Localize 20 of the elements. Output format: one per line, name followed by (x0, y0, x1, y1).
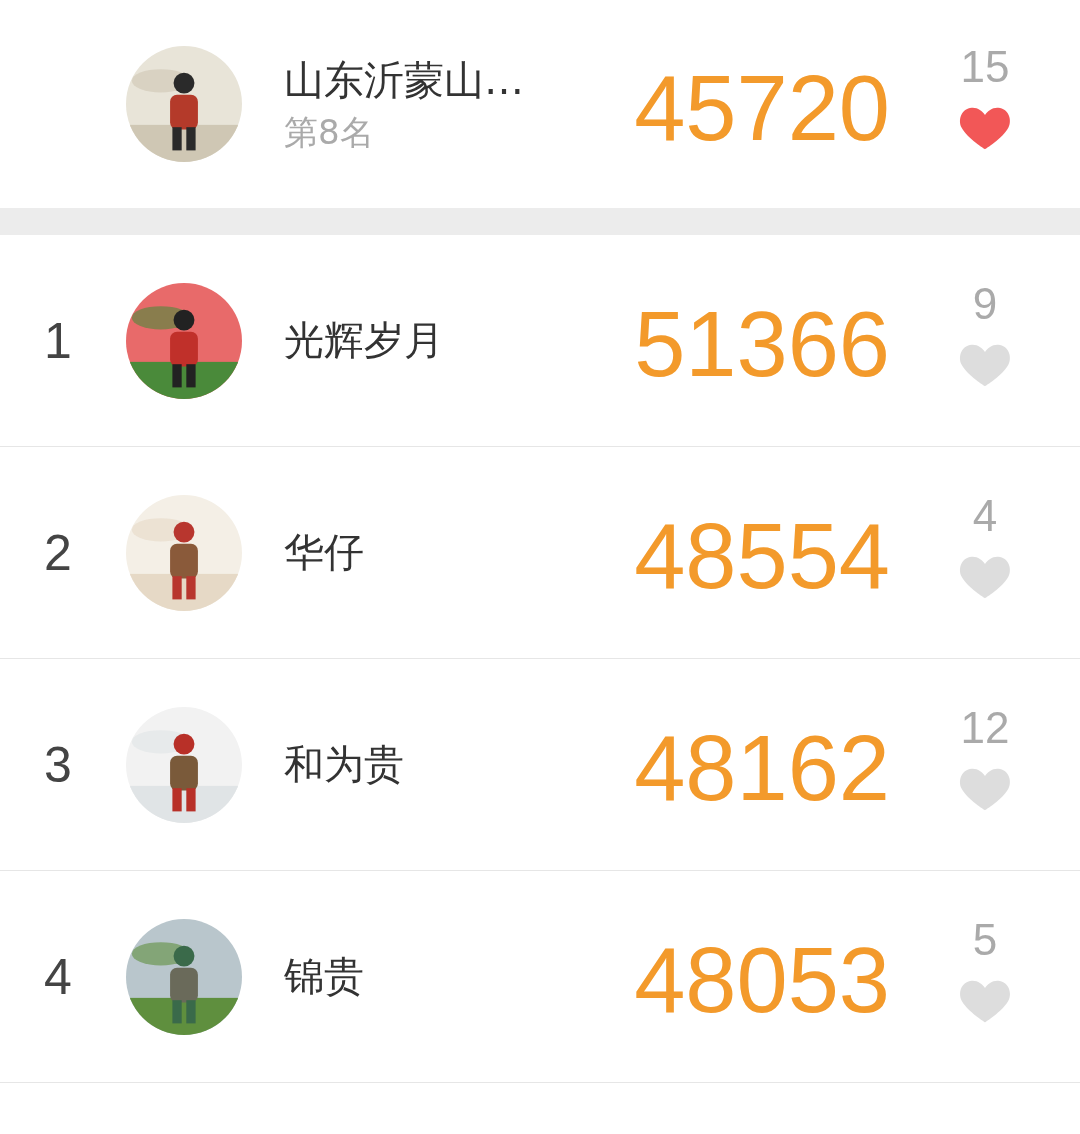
like-count: 9 (972, 278, 998, 329)
rank-number: 1 (44, 311, 72, 370)
user-name: 锦贵 (284, 952, 365, 1001)
score-value: 45720 (633, 55, 890, 161)
like-count: 4 (972, 490, 998, 541)
user-name: 光辉岁月 (284, 316, 445, 365)
score-value: 51366 (633, 292, 890, 397)
score-value: 48554 (633, 504, 890, 609)
like-count: 5 (972, 914, 998, 965)
rank-number: 4 (44, 947, 72, 1006)
rank-label: 第8名 (284, 110, 375, 154)
rank-number: 3 (44, 735, 72, 794)
score-value: 48162 (633, 716, 890, 821)
user-name: 和为贵 (284, 740, 405, 789)
user-name: 华仔 (284, 528, 365, 577)
user-name: 山东沂蒙山… (284, 55, 525, 105)
rank-number: 2 (44, 523, 72, 582)
like-count: 12 (960, 702, 1010, 753)
like-count: 15 (960, 42, 1010, 92)
score-value: 48053 (633, 928, 890, 1033)
